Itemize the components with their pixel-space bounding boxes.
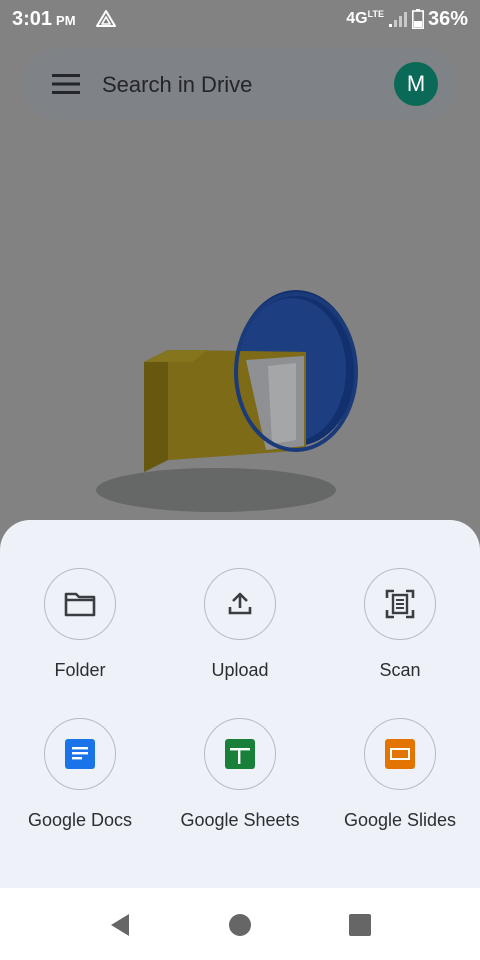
recents-icon[interactable] [347,912,373,938]
battery-percent: 36% [427,7,468,30]
network-subtype: LTE [367,9,384,19]
home-icon[interactable] [227,912,253,938]
google-docs-icon-circle[interactable] [44,718,116,790]
google-sheets-icon [225,739,255,769]
create-item-label: Folder [54,660,106,680]
drive-notification-icon [96,10,116,27]
create-item-label: Scan [379,660,421,680]
upload-icon-circle[interactable] [204,568,276,640]
scan-icon-circle[interactable] [364,568,436,640]
status-ampm: PM [56,13,76,28]
status-bar: 3:01 PM 4G LTE 36% [0,0,480,38]
google-slides-icon [385,739,415,769]
status-time: 3:01 PM [12,8,76,30]
network-type: 4G [346,10,368,27]
create-item-label: Google Sheets [180,810,300,830]
folder-icon [64,592,96,617]
create-item-label: Google Slides [343,810,457,830]
folder-icon-circle[interactable] [44,568,116,640]
status-indicators: 4G LTE 36% [346,7,468,31]
search-bar[interactable]: Search in Drive M [24,48,456,120]
menu-icon[interactable] [52,74,80,94]
create-item-label: Upload [211,660,269,680]
create-item-label: Google Docs [27,810,133,830]
scan-icon [385,589,415,619]
google-sheets-button[interactable]: Google Sheets [160,718,320,848]
create-row-1: Folder Upload Scan [0,568,480,698]
create-new-bottom-sheet: Folder Upload Scan Google Docs Google Sh… [0,520,480,888]
google-slides-icon-circle[interactable] [364,718,436,790]
create-row-2: Google Docs Google Sheets Google Slides [0,718,480,848]
search-input[interactable]: Search in Drive [102,72,252,98]
google-sheets-icon-circle[interactable] [204,718,276,790]
scan-button[interactable]: Scan [320,568,480,698]
back-icon[interactable] [107,912,133,938]
google-slides-button[interactable]: Google Slides [320,718,480,848]
battery-icon [411,9,424,29]
upload-button[interactable]: Upload [160,568,320,698]
google-docs-button[interactable]: Google Docs [0,718,160,848]
empty-state-illustration [96,290,358,512]
create-folder-button[interactable]: Folder [0,568,160,698]
system-nav-bar [0,888,480,960]
avatar[interactable]: M [394,62,438,106]
signal-icon [388,12,407,27]
google-docs-icon [65,739,95,769]
upload-icon [228,592,252,615]
